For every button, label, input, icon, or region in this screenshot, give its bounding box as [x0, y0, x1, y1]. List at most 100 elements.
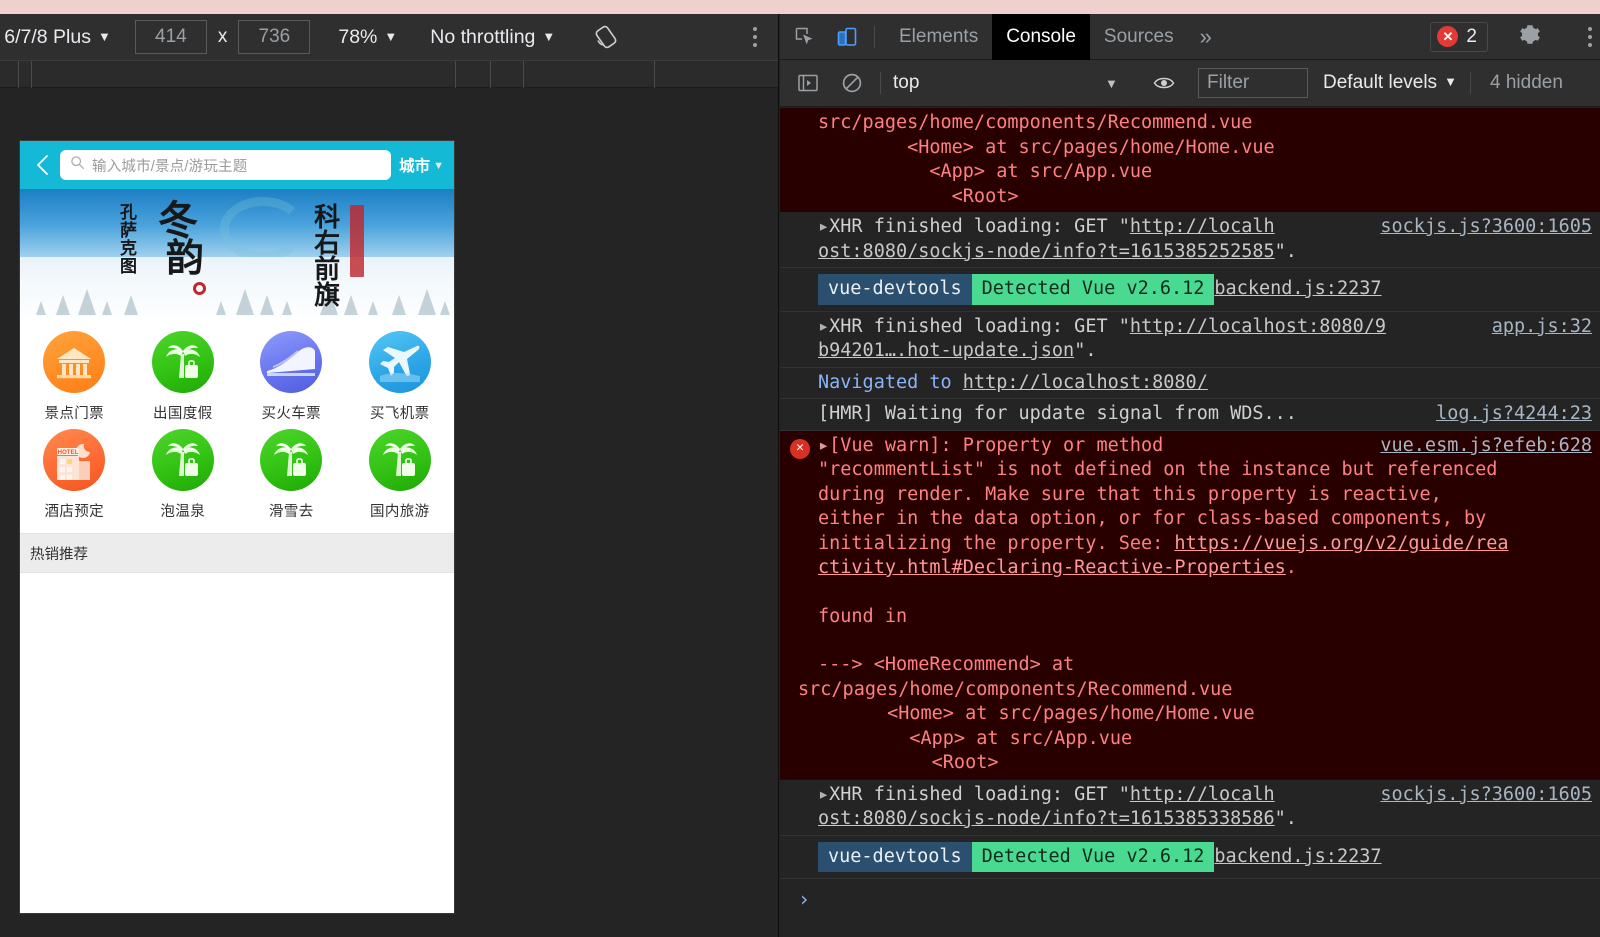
device-select[interactable]: e 6/7/8 Plus ▼: [0, 26, 113, 49]
city-selector-label: 城市: [399, 158, 431, 175]
gear-icon[interactable]: [1518, 22, 1542, 51]
tab-console[interactable]: Console: [992, 14, 1090, 60]
vue-warn-headline: [Vue warn]: Property or method: [829, 434, 1164, 456]
devtools-more-options-icon[interactable]: [1588, 26, 1592, 47]
expand-arrow-icon[interactable]: ▸: [818, 216, 829, 237]
message-source-link[interactable]: backend.js:2237: [1214, 277, 1381, 302]
expand-arrow-icon[interactable]: ▸: [818, 316, 829, 337]
category-item-hot-spring[interactable]: 泡温泉: [129, 429, 238, 527]
browser-top-strip: [0, 0, 1600, 14]
tab-sources[interactable]: Sources: [1090, 14, 1188, 60]
log-levels-select[interactable]: Default levels ▼: [1323, 72, 1457, 94]
console-message-list[interactable]: src/pages/home/components/Recommend.vue …: [780, 108, 1600, 937]
vue-doc-link-part2[interactable]: ctivity.html#Declaring-Reactive-Properti…: [818, 557, 1286, 578]
console-message-vue-warn[interactable]: ✕ ▸[Vue warn]: Property or method vue.es…: [780, 430, 1600, 780]
device-ruler: [0, 60, 778, 88]
devtools-panel: Elements Console Sources » ✕ 2 top ▼ Fil…: [780, 14, 1600, 937]
vue-warn-body-line: initializing the property. See:: [818, 532, 1175, 554]
navigated-label: Navigated to: [818, 371, 952, 393]
category-item-label: 出国度假: [152, 406, 213, 422]
throttling-select[interactable]: No throttling ▼: [430, 26, 555, 49]
chevron-down-icon: ▼: [433, 160, 444, 172]
console-sidebar-icon[interactable]: [792, 67, 824, 99]
hidden-messages-count[interactable]: 4 hidden: [1490, 72, 1563, 94]
attraction-ticket-icon: [43, 331, 106, 393]
error-trace-line: <Home> at src/pages/home/Home.vue: [798, 703, 1255, 724]
execution-context-select[interactable]: top: [893, 72, 919, 94]
banner-red-seal-decoration: [350, 205, 364, 277]
category-grid-row: 景点门票 出国度假 买火车票 买飞机票: [20, 331, 454, 429]
category-item-label: 景点门票: [44, 406, 105, 422]
vue-doc-link-part1[interactable]: https://vuejs.org/v2/guide/rea: [1174, 533, 1508, 554]
chevron-down-icon[interactable]: ▼: [1105, 76, 1118, 91]
console-filter-input[interactable]: Filter: [1198, 68, 1308, 98]
error-count: 2: [1466, 25, 1477, 47]
error-icon: ✕: [790, 438, 810, 459]
promo-banner[interactable]: 孔萨克图 冬 韵 科右前旗: [20, 189, 454, 319]
message-source-link[interactable]: backend.js:2237: [1214, 845, 1381, 870]
message-source-link[interactable]: log.js?4244:23: [1436, 402, 1592, 427]
search-input[interactable]: 输入城市/景点/游玩主题: [60, 150, 392, 180]
console-message-error-trace[interactable]: src/pages/home/components/Recommend.vue …: [780, 108, 1600, 212]
back-chevron-icon[interactable]: [26, 148, 60, 182]
hmr-text: [HMR] Waiting for update signal from WDS…: [818, 403, 1297, 424]
navigated-url[interactable]: http://localhost:8080/: [963, 372, 1208, 393]
device-more-options-icon[interactable]: [753, 27, 757, 47]
xhr-suffix: ".: [1074, 340, 1097, 361]
console-message-navigation[interactable]: Navigated to http://localhost:8080/: [780, 368, 1600, 399]
xhr-url-part2[interactable]: b94201….hot-update.json: [818, 340, 1074, 361]
console-message-xhr[interactable]: ▸XHR finished loading: GET "http://local…: [780, 780, 1600, 836]
console-message-xhr[interactable]: ▸XHR finished loading: GET "http://local…: [780, 312, 1600, 368]
banner-title-main2: 韵: [166, 235, 205, 280]
xhr-url-part2[interactable]: ost:8080/sockjs-node/info?t=161538533858…: [818, 808, 1275, 829]
expand-arrow-icon[interactable]: ▸: [818, 435, 829, 456]
airplane-icon: [368, 331, 431, 393]
category-item-skiing[interactable]: 滑雪去: [237, 429, 346, 527]
category-grid-row: HOTEL 酒店预定 泡温泉 滑雪去 国内旅游: [20, 429, 454, 527]
chevron-down-icon: ▼: [1444, 74, 1457, 89]
zoom-select[interactable]: 78% ▼: [338, 26, 397, 49]
category-item-overseas-vacation[interactable]: 出国度假: [129, 331, 238, 429]
category-item-label: 泡温泉: [160, 504, 206, 520]
xhr-url-part1[interactable]: http://localh: [1130, 216, 1275, 237]
category-item-flight-ticket[interactable]: 买飞机票: [346, 331, 455, 429]
more-tabs-button[interactable]: »: [1188, 24, 1224, 50]
error-count-badge[interactable]: ✕ 2: [1430, 21, 1488, 52]
palm-tree-icon: [151, 331, 214, 393]
device-height-input[interactable]: 736: [238, 20, 311, 54]
console-message-xhr[interactable]: ▸XHR finished loading: GET "http://local…: [780, 212, 1600, 268]
message-source-link[interactable]: app.js:32: [1492, 315, 1592, 340]
train-icon: [260, 331, 323, 393]
device-toolbar-icon[interactable]: [830, 20, 864, 54]
message-source-link[interactable]: sockjs.js?3600:1605: [1380, 783, 1592, 808]
category-item-label: 买飞机票: [369, 406, 430, 422]
category-item-domestic-travel[interactable]: 国内旅游: [346, 429, 455, 527]
category-item-train-ticket[interactable]: 买火车票: [237, 331, 346, 429]
vue-warn-found-in: found in: [818, 605, 908, 627]
expand-arrow-icon[interactable]: ▸: [818, 784, 829, 805]
live-expression-icon[interactable]: [1150, 69, 1178, 97]
category-item-hotel-booking[interactable]: HOTEL 酒店预定: [20, 429, 129, 527]
category-item-attraction-ticket[interactable]: 景点门票: [20, 331, 129, 429]
app-header: 输入城市/景点/游玩主题 城市 ▼: [20, 141, 454, 189]
xhr-url-part1[interactable]: http://localhost:8080/9: [1130, 316, 1386, 337]
console-prompt[interactable]: ›: [780, 879, 1600, 920]
inspect-element-icon[interactable]: [788, 20, 822, 54]
message-source-link[interactable]: sockjs.js?3600:1605: [1380, 215, 1592, 240]
tab-elements[interactable]: Elements: [885, 14, 992, 60]
city-selector[interactable]: 城市 ▼: [399, 154, 444, 176]
rotate-icon[interactable]: [591, 22, 621, 52]
xhr-url-part1[interactable]: http://localh: [1130, 784, 1275, 805]
category-item-label: 酒店预定: [44, 504, 105, 520]
console-message-hmr[interactable]: [HMR] Waiting for update signal from WDS…: [780, 399, 1600, 431]
xhr-text: XHR finished loading: GET ": [829, 315, 1130, 337]
message-source-link[interactable]: vue.esm.js?efeb:628: [1380, 434, 1592, 459]
console-message-badge[interactable]: vue-devtools Detected Vue v2.6.12 backen…: [780, 268, 1600, 312]
recommend-list-empty: [20, 573, 454, 893]
device-width-input[interactable]: 414: [134, 20, 207, 54]
xhr-url-part2[interactable]: ost:8080/sockjs-node/info?t=161538525258…: [818, 241, 1275, 262]
chevron-down-icon: ▼: [97, 28, 111, 44]
console-message-badge[interactable]: vue-devtools Detected Vue v2.6.12 backen…: [780, 836, 1600, 879]
phone-viewport[interactable]: 输入城市/景点/游玩主题 城市 ▼ 孔萨克图 冬 韵 科右前旗 景点门票 出国度…: [20, 141, 454, 913]
clear-console-icon[interactable]: [836, 67, 868, 99]
